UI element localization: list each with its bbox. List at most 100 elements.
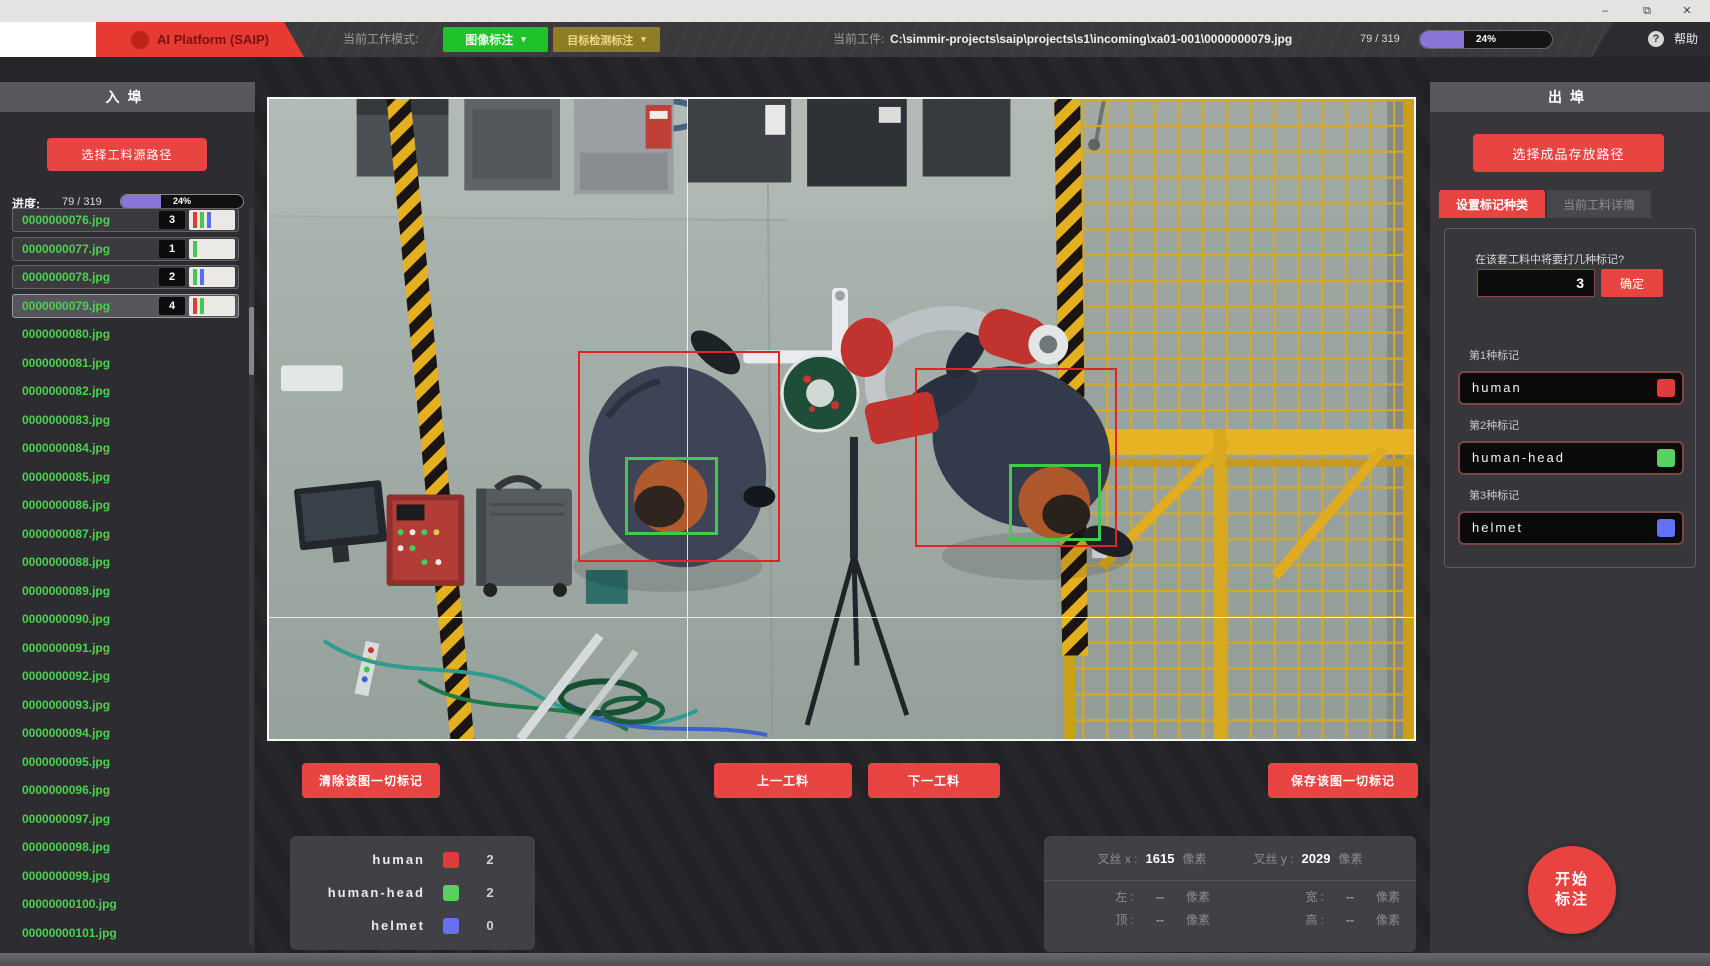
file-item[interactable]: 0000000096.jpg bbox=[12, 778, 239, 802]
label-count-question: 在该套工料中将要打几种标记? bbox=[1475, 251, 1624, 267]
file-name: 0000000092.jpg bbox=[22, 669, 110, 683]
window-bottom-strip bbox=[0, 953, 1710, 966]
file-item[interactable]: 0000000079.jpg4 bbox=[12, 294, 239, 318]
file-item[interactable]: 0000000084.jpg bbox=[12, 436, 239, 460]
annotation-box-human-head[interactable] bbox=[1009, 464, 1102, 541]
file-annotation-colors bbox=[189, 296, 235, 316]
label-settings-group: 在该套工料中将要打几种标记? 3 确定 第1种标记 human 第2种标记 human… bbox=[1444, 228, 1696, 568]
label-count-input[interactable]: 3 bbox=[1477, 269, 1595, 297]
label-type-block: 第3种标记helmet bbox=[1445, 487, 1695, 545]
box-width-value: -- bbox=[1324, 890, 1376, 904]
tab-current-item-details[interactable]: 当前工料详情 bbox=[1547, 190, 1651, 218]
label-name-input[interactable]: human bbox=[1458, 371, 1684, 405]
current-file-path: C:\simmir-projects\saip\projects\s1\inco… bbox=[890, 22, 1292, 57]
box-width-label: 宽 : bbox=[1230, 888, 1324, 905]
label-type-block: 第2种标记 human-head bbox=[1445, 417, 1695, 475]
legend-color-swatch bbox=[443, 885, 459, 901]
save-annotations-button[interactable]: 保存该图一切标记 bbox=[1268, 763, 1418, 798]
file-name: 0000000096.jpg bbox=[22, 783, 110, 797]
select-source-path-button[interactable]: 选择工料源路径 bbox=[47, 138, 207, 171]
file-name: 0000000087.jpg bbox=[22, 527, 110, 541]
previous-item-button[interactable]: 上一工料 bbox=[714, 763, 852, 798]
file-name: 0000000099.jpg bbox=[22, 869, 110, 883]
sidebar-progress-percent: 24% bbox=[121, 195, 243, 208]
photo-canvas[interactable] bbox=[267, 97, 1416, 741]
clear-annotations-button[interactable]: 清除该图一切标记 bbox=[302, 763, 440, 798]
mode-dropdown-image-annotation[interactable]: 图像标注 ▾ bbox=[443, 27, 548, 52]
file-item[interactable]: 0000000086.jpg bbox=[12, 493, 239, 517]
crosshair-y-value: 2029 bbox=[1302, 851, 1331, 866]
file-item[interactable]: 00000000100.jpg bbox=[12, 892, 239, 916]
file-name: 0000000084.jpg bbox=[22, 441, 110, 455]
box-height-value: -- bbox=[1324, 913, 1376, 927]
select-output-path-button[interactable]: 选择成品存放路径 bbox=[1473, 134, 1664, 172]
chevron-down-icon: ▾ bbox=[641, 34, 646, 45]
file-item[interactable]: 0000000094.jpg bbox=[12, 721, 239, 745]
label-name-input[interactable]: human-head bbox=[1458, 441, 1684, 475]
file-name: 0000000098.jpg bbox=[22, 840, 110, 854]
file-name: 0000000079.jpg bbox=[22, 294, 159, 318]
file-item[interactable]: 0000000098.jpg bbox=[12, 835, 239, 859]
sidebar-top-gap bbox=[1430, 57, 1710, 82]
crosshair-x-label: 叉丝 x : bbox=[1098, 850, 1138, 867]
minimize-button[interactable]: – bbox=[1590, 0, 1620, 22]
coordinates-panel: 叉丝 x : 1615 像素 叉丝 y : 2029 像素 左 : -- 像素 … bbox=[1044, 836, 1416, 952]
file-name: 0000000090.jpg bbox=[22, 612, 110, 626]
file-item[interactable]: 00000000101.jpg bbox=[12, 921, 239, 945]
brand-logo-icon bbox=[131, 31, 149, 49]
file-name: 0000000093.jpg bbox=[22, 698, 110, 712]
box-left-label: 左 : bbox=[1044, 888, 1134, 905]
pixel-unit: 像素 bbox=[1376, 911, 1416, 928]
label-name-input[interactable]: helmet bbox=[1458, 511, 1684, 545]
file-item[interactable]: 0000000095.jpg bbox=[12, 750, 239, 774]
nav-progress-count: 79 / 319 bbox=[1360, 22, 1400, 57]
pixel-unit: 像素 bbox=[1376, 888, 1416, 905]
file-name: 0000000083.jpg bbox=[22, 413, 110, 427]
file-name: 0000000080.jpg bbox=[22, 327, 110, 341]
photo-annotations bbox=[269, 99, 1414, 739]
legend-label: helmet bbox=[290, 918, 425, 933]
label-color-swatch[interactable] bbox=[1657, 449, 1675, 467]
file-item[interactable]: 0000000077.jpg1 bbox=[12, 237, 239, 261]
file-list-scrollbar-thumb[interactable] bbox=[249, 307, 254, 375]
next-item-button[interactable]: 下一工料 bbox=[868, 763, 1000, 798]
legend-row: human-head2 bbox=[290, 876, 535, 909]
file-item[interactable]: 0000000091.jpg bbox=[12, 636, 239, 660]
file-item[interactable]: 0000000078.jpg2 bbox=[12, 265, 239, 289]
file-item[interactable]: 0000000097.jpg bbox=[12, 807, 239, 831]
file-item[interactable]: 0000000076.jpg3 bbox=[12, 208, 239, 232]
confirm-button[interactable]: 确定 bbox=[1601, 269, 1663, 297]
file-item[interactable]: 0000000087.jpg bbox=[12, 522, 239, 546]
file-item[interactable]: 0000000083.jpg bbox=[12, 408, 239, 432]
file-item[interactable]: 0000000089.jpg bbox=[12, 579, 239, 603]
current-file-label: 当前工件: bbox=[833, 22, 884, 57]
help-icon[interactable]: ? bbox=[1648, 31, 1664, 47]
label-type-title: 第1种标记 bbox=[1469, 347, 1695, 363]
legend-color-swatch bbox=[443, 918, 459, 934]
file-item[interactable]: 0000000088.jpg bbox=[12, 550, 239, 574]
file-name: 00000000101.jpg bbox=[22, 926, 117, 940]
tab-set-label-types[interactable]: 设置标记种类 bbox=[1439, 190, 1545, 218]
work-mode-label: 当前工作模式: bbox=[343, 22, 418, 57]
mode-dropdown-object-detection[interactable]: 目标检测标注 ▾ bbox=[553, 27, 660, 52]
file-item[interactable]: 0000000099.jpg bbox=[12, 864, 239, 888]
brand-title: AI Platform (SAIP) bbox=[157, 32, 269, 47]
file-item[interactable]: 0000000082.jpg bbox=[12, 379, 239, 403]
file-item[interactable]: 0000000093.jpg bbox=[12, 693, 239, 717]
label-color-swatch[interactable] bbox=[1657, 379, 1675, 397]
maximize-button[interactable]: ⧉ bbox=[1632, 0, 1662, 22]
start-annotation-button[interactable]: 开始 标注 bbox=[1528, 846, 1616, 934]
file-item[interactable]: 0000000090.jpg bbox=[12, 607, 239, 631]
close-button[interactable]: ✕ bbox=[1672, 0, 1702, 22]
file-item[interactable]: 0000000081.jpg bbox=[12, 351, 239, 375]
help-button[interactable]: 帮助 bbox=[1674, 22, 1698, 57]
file-item[interactable]: 0000000080.jpg bbox=[12, 322, 239, 346]
label-color-swatch[interactable] bbox=[1657, 519, 1675, 537]
label-type-title: 第2种标记 bbox=[1469, 417, 1695, 433]
file-item[interactable]: 0000000085.jpg bbox=[12, 465, 239, 489]
annotation-box-human-head[interactable] bbox=[625, 457, 718, 535]
start-line1: 开始 bbox=[1555, 871, 1589, 888]
file-item[interactable]: 0000000092.jpg bbox=[12, 664, 239, 688]
file-list: 0000000076.jpg3 0000000077.jpg1 0000000078… bbox=[0, 208, 247, 949]
sidebar-top-gap bbox=[0, 57, 255, 82]
